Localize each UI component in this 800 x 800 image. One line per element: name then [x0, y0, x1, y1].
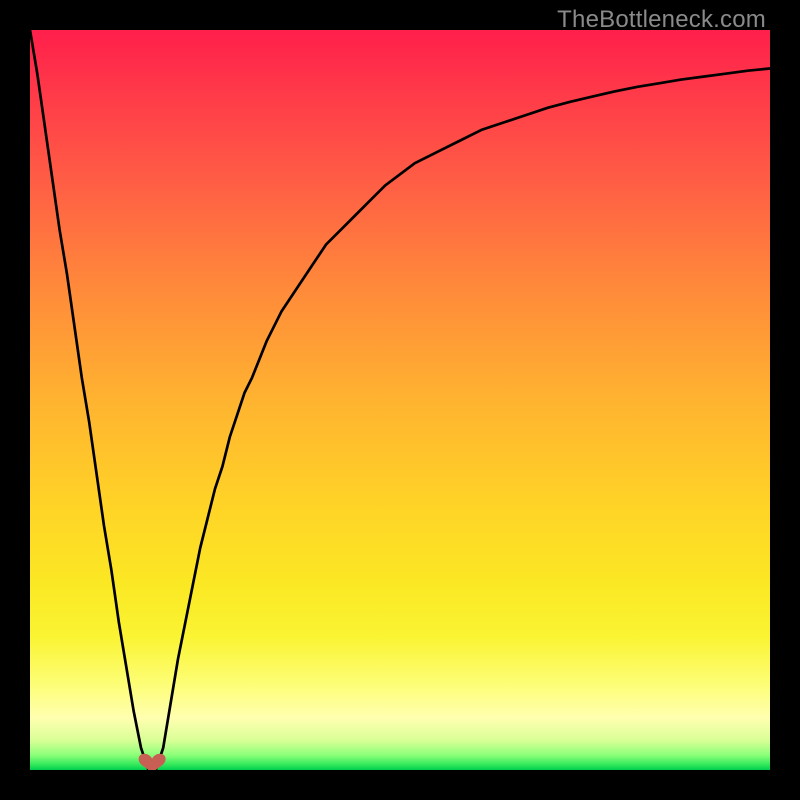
plot-area — [30, 30, 770, 770]
chart-frame: TheBottleneck.com — [0, 0, 800, 800]
gradient-background — [30, 30, 770, 770]
